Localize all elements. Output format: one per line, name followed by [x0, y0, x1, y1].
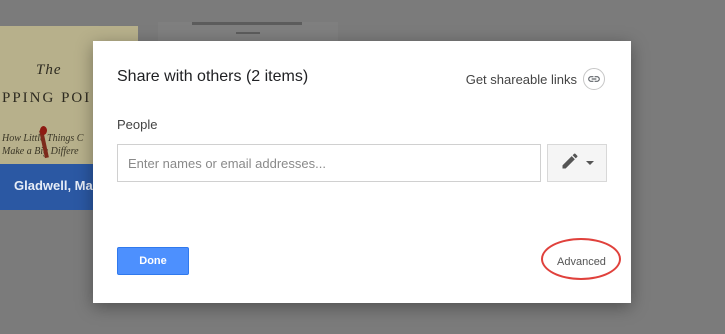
advanced-link[interactable]: Advanced [557, 256, 606, 268]
people-label: People [117, 117, 158, 132]
get-shareable-links-label: Get shareable links [465, 71, 577, 87]
book-title-line1: The [36, 62, 62, 78]
pencil-icon [560, 151, 580, 176]
people-input[interactable] [117, 144, 541, 182]
book-title-line2: PPING POI [2, 90, 92, 106]
share-dialog: Share with others (2 items) Get shareabl… [93, 41, 631, 303]
match-head-illustration [40, 126, 47, 135]
permission-dropdown-button[interactable] [547, 144, 607, 182]
document-text-line [192, 22, 302, 25]
chevron-down-icon [586, 161, 594, 165]
done-button[interactable]: Done [117, 247, 189, 275]
book-author: Gladwell, Mal [14, 178, 97, 193]
dialog-title: Share with others (2 items) [117, 68, 309, 85]
document-text-line [236, 32, 260, 34]
link-icon[interactable] [583, 68, 605, 90]
get-shareable-links-button[interactable]: Get shareable links [466, 68, 605, 90]
